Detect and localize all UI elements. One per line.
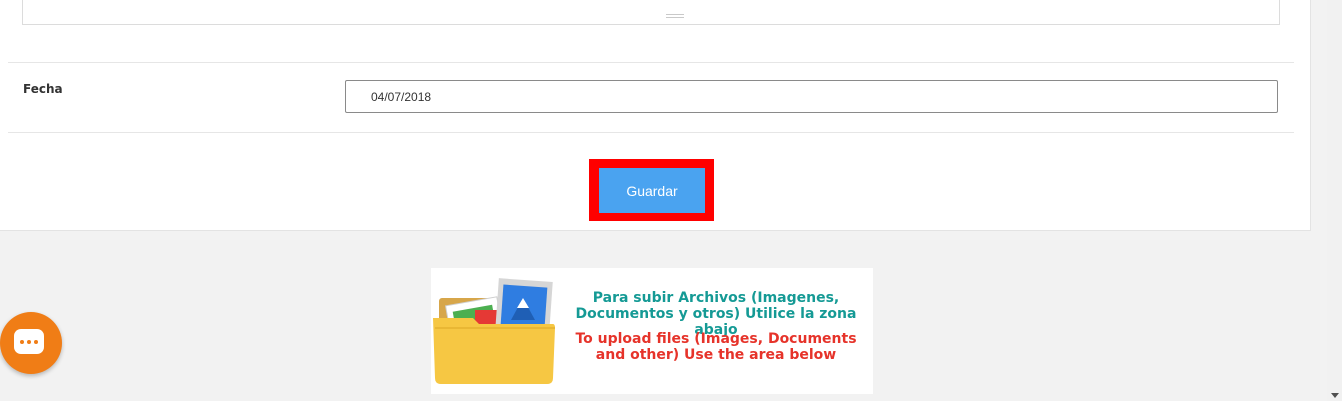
divider: [8, 62, 1294, 63]
fecha-label: Fecha: [23, 82, 63, 96]
textarea-field[interactable]: [22, 0, 1280, 25]
upload-instructions-en: To upload files (Images, Documents and o…: [575, 331, 857, 363]
fecha-input[interactable]: [345, 80, 1278, 113]
divider: [8, 132, 1294, 133]
scroll-down-arrow-icon[interactable]: [1331, 393, 1339, 398]
resize-grip-icon[interactable]: [666, 14, 684, 20]
upload-banner: Para subir Archivos (Imagenes, Documento…: [431, 268, 873, 394]
scrollbar[interactable]: [1327, 0, 1342, 401]
form-card: Fecha Guardar: [0, 0, 1311, 231]
save-button[interactable]: Guardar: [599, 168, 705, 213]
chat-button[interactable]: [0, 312, 62, 374]
chat-bubble-icon: [14, 329, 44, 354]
folder-images-icon: [433, 278, 555, 384]
